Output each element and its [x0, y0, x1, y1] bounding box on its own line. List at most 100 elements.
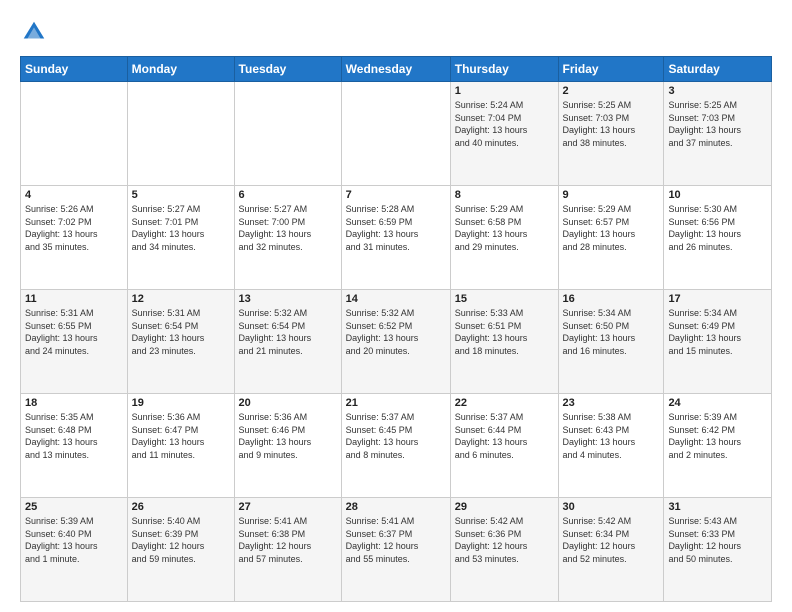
day-number: 13	[239, 293, 337, 305]
cell-2-3: 14 Sunrise: 5:32 AM Sunset: 6:52 PM Dayli…	[341, 290, 450, 394]
day-info: Sunrise: 5:29 AM Sunset: 6:57 PM Dayligh…	[563, 203, 660, 253]
day-info: Sunrise: 5:39 AM Sunset: 6:40 PM Dayligh…	[25, 515, 123, 565]
day-info: Sunrise: 5:40 AM Sunset: 6:39 PM Dayligh…	[132, 515, 230, 565]
day-info: Sunrise: 5:36 AM Sunset: 6:47 PM Dayligh…	[132, 411, 230, 461]
day-number: 29	[455, 501, 554, 513]
cell-3-4: 22 Sunrise: 5:37 AM Sunset: 6:44 PM Dayli…	[450, 394, 558, 498]
day-info: Sunrise: 5:27 AM Sunset: 7:01 PM Dayligh…	[132, 203, 230, 253]
cell-2-2: 13 Sunrise: 5:32 AM Sunset: 6:54 PM Dayli…	[234, 290, 341, 394]
cell-4-4: 29 Sunrise: 5:42 AM Sunset: 6:36 PM Dayli…	[450, 498, 558, 602]
cell-4-3: 28 Sunrise: 5:41 AM Sunset: 6:37 PM Dayli…	[341, 498, 450, 602]
cell-0-1	[127, 82, 234, 186]
day-number: 25	[25, 501, 123, 513]
weekday-thursday: Thursday	[450, 57, 558, 82]
day-info: Sunrise: 5:25 AM Sunset: 7:03 PM Dayligh…	[668, 99, 767, 149]
day-number: 11	[25, 293, 123, 305]
day-number: 14	[346, 293, 446, 305]
day-number: 10	[668, 189, 767, 201]
day-number: 1	[455, 85, 554, 97]
cell-3-0: 18 Sunrise: 5:35 AM Sunset: 6:48 PM Dayli…	[21, 394, 128, 498]
week-row-1: 1 Sunrise: 5:24 AM Sunset: 7:04 PM Daylig…	[21, 82, 772, 186]
cell-2-6: 17Sunrise: 5:34 AM Sunset: 6:49 PM Dayli…	[664, 290, 772, 394]
weekday-row: SundayMondayTuesdayWednesdayThursdayFrid…	[21, 57, 772, 82]
calendar: SundayMondayTuesdayWednesdayThursdayFrid…	[20, 56, 772, 602]
day-number: 19	[132, 397, 230, 409]
cell-1-6: 10 Sunrise: 5:30 AM Sunset: 6:56 PM Dayli…	[664, 186, 772, 290]
cell-4-6: 31Sunrise: 5:43 AM Sunset: 6:33 PM Dayli…	[664, 498, 772, 602]
day-number: 27	[239, 501, 337, 513]
cell-3-5: 23 Sunrise: 5:38 AM Sunset: 6:43 PM Dayli…	[558, 394, 664, 498]
day-info: Sunrise: 5:35 AM Sunset: 6:48 PM Dayligh…	[25, 411, 123, 461]
day-info: Sunrise: 5:32 AM Sunset: 6:52 PM Dayligh…	[346, 307, 446, 357]
day-number: 18	[25, 397, 123, 409]
day-number: 21	[346, 397, 446, 409]
cell-0-5: 2 Sunrise: 5:25 AM Sunset: 7:03 PM Daylig…	[558, 82, 664, 186]
day-number: 12	[132, 293, 230, 305]
day-info: Sunrise: 5:41 AM Sunset: 6:38 PM Dayligh…	[239, 515, 337, 565]
day-number: 6	[239, 189, 337, 201]
week-row-2: 4 Sunrise: 5:26 AM Sunset: 7:02 PM Daylig…	[21, 186, 772, 290]
day-number: 26	[132, 501, 230, 513]
day-info: Sunrise: 5:24 AM Sunset: 7:04 PM Dayligh…	[455, 99, 554, 149]
cell-1-0: 4 Sunrise: 5:26 AM Sunset: 7:02 PM Daylig…	[21, 186, 128, 290]
weekday-wednesday: Wednesday	[341, 57, 450, 82]
day-number: 31	[668, 501, 767, 513]
day-number: 23	[563, 397, 660, 409]
cell-0-6: 3Sunrise: 5:25 AM Sunset: 7:03 PM Daylig…	[664, 82, 772, 186]
day-info: Sunrise: 5:42 AM Sunset: 6:36 PM Dayligh…	[455, 515, 554, 565]
day-number: 28	[346, 501, 446, 513]
cell-4-0: 25 Sunrise: 5:39 AM Sunset: 6:40 PM Dayli…	[21, 498, 128, 602]
cell-3-1: 19 Sunrise: 5:36 AM Sunset: 6:47 PM Dayli…	[127, 394, 234, 498]
day-info: Sunrise: 5:32 AM Sunset: 6:54 PM Dayligh…	[239, 307, 337, 357]
weekday-saturday: Saturday	[664, 57, 772, 82]
day-number: 20	[239, 397, 337, 409]
day-info: Sunrise: 5:27 AM Sunset: 7:00 PM Dayligh…	[239, 203, 337, 253]
cell-1-5: 9 Sunrise: 5:29 AM Sunset: 6:57 PM Daylig…	[558, 186, 664, 290]
header	[20, 18, 772, 46]
cell-1-2: 6 Sunrise: 5:27 AM Sunset: 7:00 PM Daylig…	[234, 186, 341, 290]
weekday-friday: Friday	[558, 57, 664, 82]
week-row-5: 25 Sunrise: 5:39 AM Sunset: 6:40 PM Dayli…	[21, 498, 772, 602]
calendar-header: SundayMondayTuesdayWednesdayThursdayFrid…	[21, 57, 772, 82]
cell-1-1: 5 Sunrise: 5:27 AM Sunset: 7:01 PM Daylig…	[127, 186, 234, 290]
weekday-sunday: Sunday	[21, 57, 128, 82]
cell-2-0: 11 Sunrise: 5:31 AM Sunset: 6:55 PM Dayli…	[21, 290, 128, 394]
cell-2-4: 15Sunrise: 5:33 AM Sunset: 6:51 PM Dayli…	[450, 290, 558, 394]
day-number: 22	[455, 397, 554, 409]
day-number: 16	[563, 293, 660, 305]
calendar-table: SundayMondayTuesdayWednesdayThursdayFrid…	[20, 56, 772, 602]
day-number: 2	[563, 85, 660, 97]
day-info: Sunrise: 5:25 AM Sunset: 7:03 PM Dayligh…	[563, 99, 660, 149]
day-info: Sunrise: 5:36 AM Sunset: 6:46 PM Dayligh…	[239, 411, 337, 461]
day-info: Sunrise: 5:38 AM Sunset: 6:43 PM Dayligh…	[563, 411, 660, 461]
day-info: Sunrise: 5:26 AM Sunset: 7:02 PM Dayligh…	[25, 203, 123, 253]
day-number: 9	[563, 189, 660, 201]
logo	[20, 18, 52, 46]
cell-0-0	[21, 82, 128, 186]
day-info: Sunrise: 5:30 AM Sunset: 6:56 PM Dayligh…	[668, 203, 767, 253]
day-number: 5	[132, 189, 230, 201]
week-row-3: 11 Sunrise: 5:31 AM Sunset: 6:55 PM Dayli…	[21, 290, 772, 394]
cell-1-4: 8 Sunrise: 5:29 AM Sunset: 6:58 PM Daylig…	[450, 186, 558, 290]
day-info: Sunrise: 5:29 AM Sunset: 6:58 PM Dayligh…	[455, 203, 554, 253]
day-info: Sunrise: 5:28 AM Sunset: 6:59 PM Dayligh…	[346, 203, 446, 253]
day-info: Sunrise: 5:39 AM Sunset: 6:42 PM Dayligh…	[668, 411, 767, 461]
day-number: 24	[668, 397, 767, 409]
day-info: Sunrise: 5:31 AM Sunset: 6:55 PM Dayligh…	[25, 307, 123, 357]
cell-1-3: 7 Sunrise: 5:28 AM Sunset: 6:59 PM Daylig…	[341, 186, 450, 290]
day-info: Sunrise: 5:41 AM Sunset: 6:37 PM Dayligh…	[346, 515, 446, 565]
day-number: 7	[346, 189, 446, 201]
day-number: 8	[455, 189, 554, 201]
cell-3-3: 21 Sunrise: 5:37 AM Sunset: 6:45 PM Dayli…	[341, 394, 450, 498]
cell-0-2	[234, 82, 341, 186]
day-info: Sunrise: 5:33 AM Sunset: 6:51 PM Dayligh…	[455, 307, 554, 357]
day-number: 4	[25, 189, 123, 201]
day-info: Sunrise: 5:37 AM Sunset: 6:44 PM Dayligh…	[455, 411, 554, 461]
day-info: Sunrise: 5:31 AM Sunset: 6:54 PM Dayligh…	[132, 307, 230, 357]
week-row-4: 18 Sunrise: 5:35 AM Sunset: 6:48 PM Dayli…	[21, 394, 772, 498]
cell-2-5: 16Sunrise: 5:34 AM Sunset: 6:50 PM Dayli…	[558, 290, 664, 394]
calendar-body: 1 Sunrise: 5:24 AM Sunset: 7:04 PM Daylig…	[21, 82, 772, 602]
day-info: Sunrise: 5:37 AM Sunset: 6:45 PM Dayligh…	[346, 411, 446, 461]
cell-0-3	[341, 82, 450, 186]
cell-0-4: 1 Sunrise: 5:24 AM Sunset: 7:04 PM Daylig…	[450, 82, 558, 186]
